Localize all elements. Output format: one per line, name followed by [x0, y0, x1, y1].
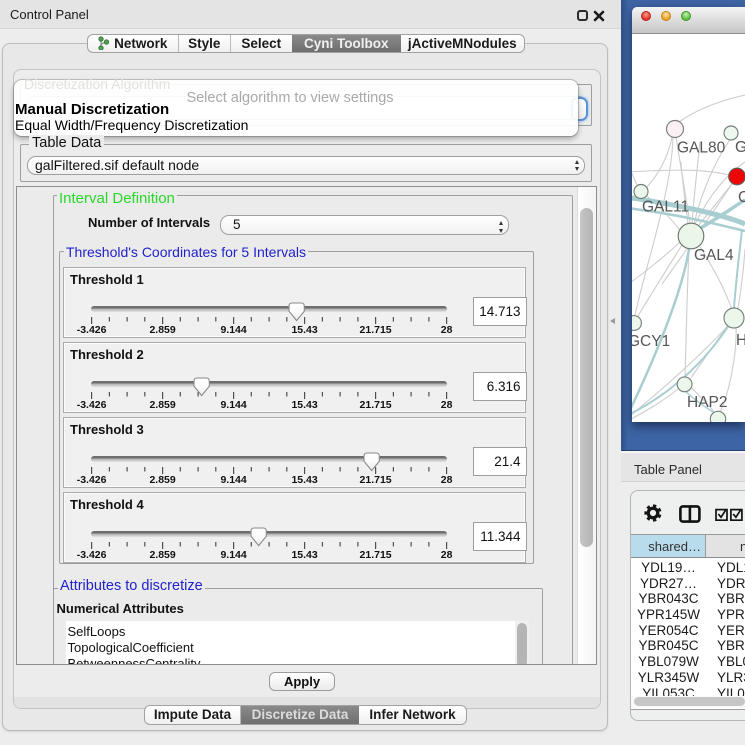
svg-text:GAL4: GAL4 [694, 247, 734, 264]
svg-text:GAL80: GAL80 [677, 140, 726, 157]
svg-text:HAP2: HAP2 [687, 394, 728, 411]
svg-text:H: H [736, 332, 745, 349]
svg-text:GA: GA [735, 139, 745, 156]
svg-text:GAL11: GAL11 [642, 199, 689, 216]
svg-text:GCY1: GCY1 [632, 333, 670, 350]
svg-text:C: C [738, 189, 745, 206]
